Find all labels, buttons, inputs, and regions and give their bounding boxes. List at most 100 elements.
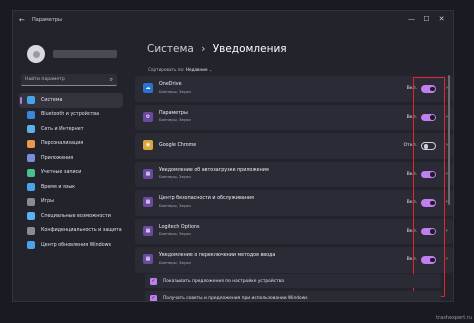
maximize-button[interactable]: ☐ bbox=[419, 14, 434, 24]
user-profile[interactable] bbox=[27, 45, 117, 63]
sort-control[interactable]: Сортировать по: Недавние ⌄ bbox=[148, 67, 212, 72]
app-sub: Баннеры, Звуки bbox=[159, 88, 191, 94]
notification-toggle[interactable] bbox=[421, 227, 436, 235]
main-content: Система › Уведомления Сортировать по: Не… bbox=[131, 29, 453, 301]
minimize-button[interactable]: — bbox=[404, 14, 419, 24]
page-title: Система › Уведомления bbox=[147, 43, 287, 55]
notification-row[interactable]: ☁ OneDrive Баннеры, Звуки Вкл. › bbox=[135, 76, 453, 102]
app-name: OneDrive bbox=[159, 82, 182, 87]
app-name: Центр безопасности и обслуживания bbox=[159, 196, 254, 201]
onedrive-icon: ☁ bbox=[143, 83, 153, 93]
sort-value[interactable]: Недавние bbox=[186, 67, 208, 72]
logitech-icon: ▦ bbox=[143, 225, 153, 236]
shield-icon bbox=[27, 226, 35, 235]
notification-toggle[interactable] bbox=[421, 199, 436, 207]
sidebar-item-8[interactable]: Специальные возможности bbox=[19, 209, 123, 224]
breadcrumb-parent[interactable]: Система bbox=[147, 43, 194, 55]
window-controls: — ☐ ✕ bbox=[404, 14, 449, 24]
notification-toggle[interactable] bbox=[421, 256, 436, 264]
settings-icon: ⚙ bbox=[143, 111, 153, 122]
notification-toggle[interactable] bbox=[421, 113, 436, 121]
notification-row[interactable]: ◉ Google Chrome Откл. › bbox=[135, 133, 453, 159]
app-sub: Баннеры, Звуки bbox=[159, 259, 191, 265]
app-name: Logitech Options bbox=[159, 224, 200, 230]
search-icon: ⌕ bbox=[109, 76, 113, 83]
app-sub: Баннеры, Звуки bbox=[159, 117, 191, 122]
arrow-left-icon[interactable]: ← bbox=[19, 16, 29, 24]
chevron-right-icon[interactable]: › bbox=[446, 228, 448, 234]
system-icon bbox=[27, 96, 35, 105]
accessibility-icon bbox=[27, 212, 35, 221]
network-icon bbox=[27, 125, 35, 134]
notification-row[interactable]: ▦ Центр безопасности и обслуживания Баннер… bbox=[135, 190, 453, 216]
sidebar: Найти параметр ⌕ Система Bluetooth и устр… bbox=[13, 29, 131, 301]
toggle-state-label: Вкл. bbox=[406, 257, 417, 262]
notification-row[interactable]: ▦ Logitech Options Баннеры, Звуки Вкл. › bbox=[135, 218, 453, 244]
chrome-icon: ◉ bbox=[143, 140, 153, 150]
app-sub: Баннеры, Звуки bbox=[159, 231, 191, 236]
close-button[interactable]: ✕ bbox=[434, 14, 449, 24]
toggle-state-label: Вкл. bbox=[406, 171, 417, 177]
check-label: Показывать предложения по настройке устр… bbox=[163, 278, 284, 284]
toggle-knob bbox=[430, 229, 435, 234]
app-name: Уведомление о переключении методов ввода bbox=[159, 253, 276, 258]
toggle-state-label: Вкл. bbox=[406, 200, 417, 205]
avatar bbox=[27, 45, 45, 63]
search-placeholder: Найти параметр bbox=[25, 77, 65, 82]
account-icon bbox=[27, 168, 35, 177]
sidebar-item-4[interactable]: Приложения bbox=[19, 151, 123, 166]
scrollbar[interactable] bbox=[448, 75, 450, 205]
sidebar-item-label: Сеть и Интернет bbox=[41, 126, 84, 132]
sidebar-item-5[interactable]: Учетные записи bbox=[19, 166, 123, 181]
notification-row[interactable]: ▦ Уведомление об автозагрузке приложения Б… bbox=[135, 161, 453, 187]
notification-row[interactable]: ▦ Уведомление о переключении методов ввод… bbox=[135, 247, 453, 273]
sidebar-item-label: Bluetooth и устройства bbox=[41, 112, 100, 118]
notification-toggle[interactable] bbox=[421, 142, 436, 150]
app-name: Параметры bbox=[159, 110, 188, 116]
check-row-windows-tips[interactable]: ✓ Получать советы и предложения при испо… bbox=[145, 291, 441, 301]
title-bar: ← Параметры — ☐ ✕ bbox=[13, 11, 453, 29]
app-name: Google Chrome bbox=[159, 143, 197, 148]
sidebar-nav: Система Bluetooth и устройства Сеть и Инте… bbox=[19, 93, 123, 253]
toggle-knob bbox=[423, 144, 428, 149]
brush-icon bbox=[27, 139, 35, 148]
sidebar-item-9[interactable]: Конфиденциальность и защита bbox=[19, 224, 123, 239]
app-name: Уведомление об автозагрузке приложения bbox=[159, 167, 269, 173]
sidebar-item-label: Центр обновления Windows bbox=[41, 242, 112, 248]
notification-row[interactable]: ⚙ Параметры Баннеры, Звуки Вкл. › bbox=[135, 104, 453, 130]
sidebar-item-label: Время и язык bbox=[41, 184, 76, 190]
input-method-icon: ▦ bbox=[143, 254, 153, 264]
notification-list: ☁ OneDrive Баннеры, Звуки Вкл. › ⚙ Параметры Ба… bbox=[135, 76, 453, 297]
toggle-knob bbox=[430, 86, 435, 91]
chevron-right-icon[interactable]: › bbox=[446, 256, 448, 262]
sidebar-item-label: Учетные записи bbox=[41, 170, 82, 176]
notification-toggle[interactable] bbox=[421, 85, 436, 93]
sidebar-item-label: Персонализация bbox=[41, 141, 84, 147]
sidebar-item-10[interactable]: Центр обновления Windows bbox=[19, 238, 123, 253]
sidebar-item-7[interactable]: Игры bbox=[19, 195, 123, 210]
search-input[interactable]: Найти параметр ⌕ bbox=[21, 74, 117, 86]
watermark: trashexpert.ru bbox=[436, 315, 472, 321]
sidebar-item-3[interactable]: Персонализация bbox=[19, 137, 123, 152]
toggle-state-label: Вкл. bbox=[406, 86, 417, 91]
sidebar-item-label: Игры bbox=[41, 199, 54, 205]
app-sub: Баннеры, Звуки bbox=[159, 202, 191, 208]
clock-icon bbox=[27, 183, 35, 192]
sidebar-item-6[interactable]: Время и язык bbox=[19, 180, 123, 195]
update-icon bbox=[27, 241, 35, 250]
toggle-state-label: Вкл. bbox=[406, 114, 417, 120]
checkbox-checked-icon[interactable]: ✓ bbox=[150, 277, 157, 285]
sidebar-item-1[interactable]: Bluetooth и устройства bbox=[19, 108, 123, 123]
sidebar-item-label: Конфиденциальность и защита bbox=[41, 228, 122, 234]
notification-toggle[interactable] bbox=[421, 170, 436, 178]
startup-icon: ▦ bbox=[143, 168, 153, 179]
check-row-device-suggestions[interactable]: ✓ Показывать предложения по настройке ус… bbox=[145, 274, 441, 288]
sidebar-item-label: Приложения bbox=[41, 155, 74, 161]
toggle-knob bbox=[430, 172, 435, 177]
sidebar-item-2[interactable]: Сеть и Интернет bbox=[19, 122, 123, 137]
checkbox-checked-icon[interactable]: ✓ bbox=[150, 294, 157, 301]
sidebar-item-0[interactable]: Система bbox=[19, 93, 123, 108]
settings-window: ← Параметры — ☐ ✕ Найти параметр ⌕ Систе… bbox=[12, 10, 454, 302]
bluetooth-icon bbox=[27, 110, 35, 119]
sort-label: Сортировать по: bbox=[148, 67, 185, 72]
